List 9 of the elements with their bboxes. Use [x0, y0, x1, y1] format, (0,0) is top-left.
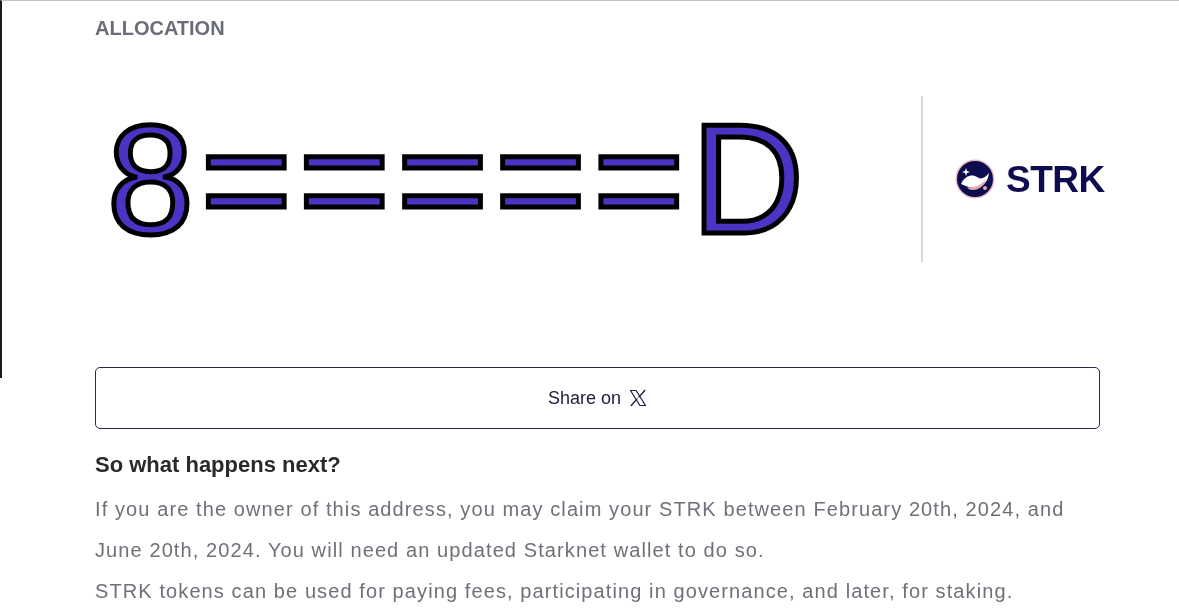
x-logo-icon	[629, 389, 648, 407]
body-paragraph: If you are the owner of this address, you may claim your STRK between February 20th, 2024, and June 20th, 2024. You will need an updated Starknet wallet to do so.	[95, 497, 1066, 563]
allocation-amount: 8=====D	[107, 101, 811, 257]
token-name: STRK	[1006, 160, 1105, 198]
token-logo-icon	[955, 159, 995, 199]
body-paragraph: STRK tokens can be used for paying fees, participating in governance, and later, for staking.	[95, 579, 1015, 604]
next-steps-heading: So what happens next?	[95, 451, 342, 479]
share-button[interactable]: Share on	[95, 367, 1100, 429]
allocation-label: ALLOCATION	[95, 18, 225, 38]
